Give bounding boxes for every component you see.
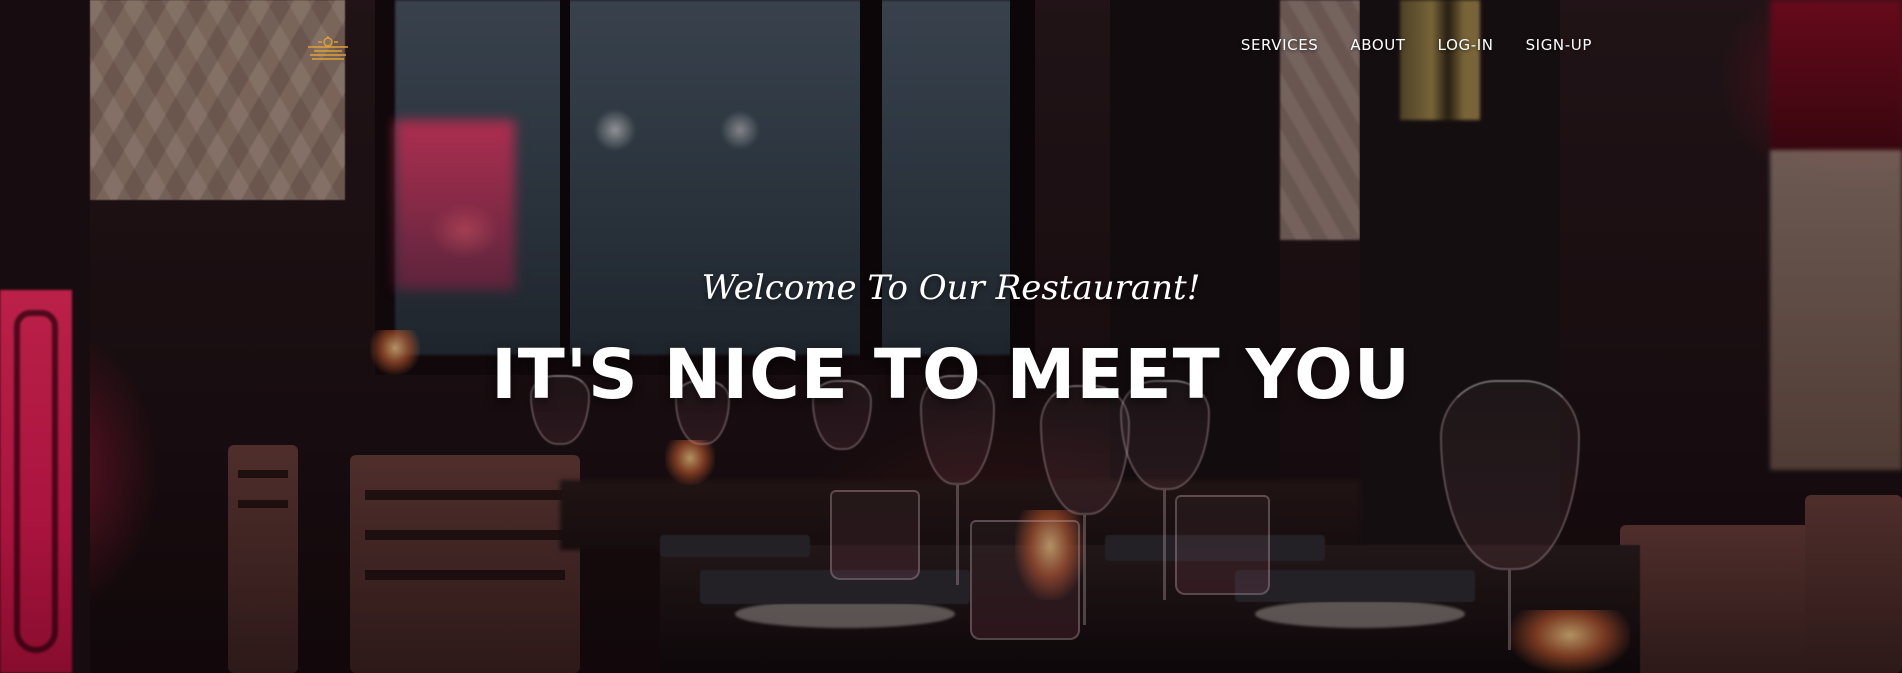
nav-item-signup: SIGN-UP [1526,36,1592,55]
nav-link-signup[interactable]: SIGN-UP [1526,36,1592,54]
nav-item-services: SERVICES [1241,36,1319,55]
nav-link-services[interactable]: SERVICES [1241,36,1319,54]
restaurant-logo-icon [308,36,348,60]
hero-subheading: Welcome To Our Restaurant! [701,268,1201,308]
brand-logo[interactable] [304,33,352,63]
top-navigation: SERVICES ABOUT LOG-IN SIGN-UP [0,0,1902,95]
nav-item-about: ABOUT [1350,36,1405,55]
nav-link-about[interactable]: ABOUT [1350,36,1405,54]
nav-menu: SERVICES ABOUT LOG-IN SIGN-UP [1209,36,1592,55]
hero-heading: IT'S NICE TO MEET YOU [491,335,1411,415]
hero-section: SERVICES ABOUT LOG-IN SIGN-UP Welcome To… [0,0,1902,673]
nav-item-login: LOG-IN [1438,36,1494,55]
nav-link-login[interactable]: LOG-IN [1438,36,1494,54]
